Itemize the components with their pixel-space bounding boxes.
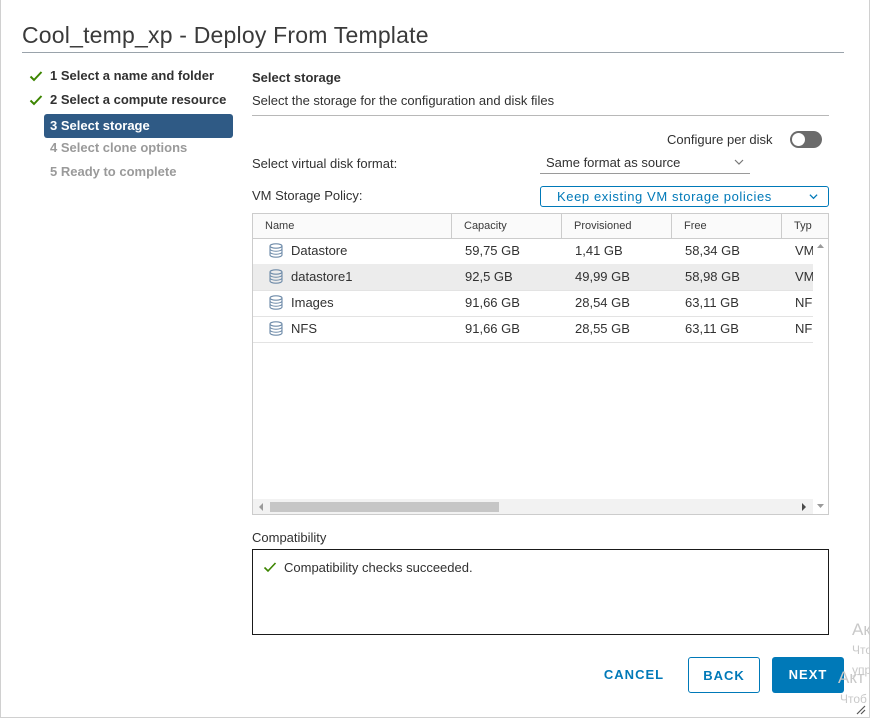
- section-title: Select storage: [252, 70, 341, 85]
- title-divider: [22, 52, 844, 53]
- datastore-icon: [269, 295, 283, 310]
- step-select-storage[interactable]: 3 Select storage: [44, 114, 233, 138]
- scrollbar-thumb[interactable]: [270, 502, 499, 512]
- storage-policy-label: VM Storage Policy:: [252, 188, 363, 203]
- configure-per-disk-label: Configure per disk: [667, 132, 773, 147]
- cell-name: Images: [291, 295, 334, 310]
- step-label: 2 Select a compute resource: [50, 92, 227, 107]
- storage-policy-select[interactable]: Keep existing VM storage policies: [540, 186, 829, 207]
- compatibility-label: Compatibility: [252, 530, 327, 545]
- compatibility-box: Compatibility checks succeeded.: [252, 549, 829, 635]
- step-label: 4 Select clone options: [50, 140, 188, 155]
- watermark-text: Акт: [838, 668, 865, 687]
- disk-format-select[interactable]: Same format as source: [540, 154, 750, 174]
- table-row[interactable]: NFS 91,66 GB 28,55 GB 63,11 GB NF: [253, 316, 813, 343]
- cell-capacity: 59,75 GB: [465, 243, 520, 258]
- check-icon: [29, 71, 43, 82]
- step-label: 3 Select storage: [50, 118, 150, 133]
- column-header-provisioned[interactable]: Provisioned: [562, 214, 672, 238]
- check-icon: [29, 95, 43, 106]
- cell-type: VM: [795, 243, 813, 258]
- cell-free: 58,98 GB: [685, 269, 740, 284]
- cell-provisioned: 28,55 GB: [575, 321, 630, 336]
- datastore-icon: [269, 321, 283, 336]
- column-header-free[interactable]: Free: [672, 214, 782, 238]
- step-compute-resource[interactable]: 2 Select a compute resource: [26, 90, 236, 114]
- datastore-grid: Name Capacity Provisioned Free Typ Datas…: [252, 213, 829, 515]
- cell-provisioned: 49,99 GB: [575, 269, 630, 284]
- cell-free: 63,11 GB: [685, 295, 739, 310]
- column-header-name[interactable]: Name: [253, 214, 452, 238]
- section-subtitle: Select the storage for the configuration…: [252, 93, 555, 108]
- cell-name: Datastore: [291, 243, 348, 258]
- chevron-down-icon: [809, 194, 818, 200]
- step-clone-options: 4 Select clone options: [26, 138, 236, 162]
- storage-policy-value: Keep existing VM storage policies: [557, 189, 772, 204]
- cell-type: NF: [795, 321, 813, 336]
- grid-header: Name Capacity Provisioned Free Typ: [253, 214, 828, 239]
- table-row-selected[interactable]: datastore1 92,5 GB 49,99 GB 58,98 GB VM: [253, 264, 813, 291]
- configure-per-disk-toggle[interactable]: [790, 131, 822, 148]
- cancel-button[interactable]: CANCEL: [590, 657, 678, 693]
- chevron-down-icon: [734, 159, 744, 165]
- resize-handle-icon[interactable]: [856, 705, 866, 715]
- section-divider: [252, 115, 829, 116]
- step-select-name[interactable]: 1 Select a name and folder: [26, 66, 236, 90]
- scroll-left-icon[interactable]: [257, 502, 265, 512]
- cell-free: 58,34 GB: [685, 243, 740, 258]
- datastore-icon: [269, 243, 283, 258]
- cell-name: datastore1: [291, 269, 353, 284]
- next-button[interactable]: NEXT: [772, 657, 844, 693]
- wizard-steps: 1 Select a name and folder 2 Select a co…: [26, 66, 236, 186]
- column-header-type[interactable]: Typ: [782, 214, 828, 238]
- watermark-text: Чтоб: [840, 692, 867, 706]
- cell-provisioned: 1,41 GB: [575, 243, 623, 258]
- cell-provisioned: 28,54 GB: [575, 295, 630, 310]
- cell-capacity: 91,66 GB: [465, 295, 520, 310]
- watermark-text: Ак: [852, 620, 870, 639]
- cell-type: NF: [795, 295, 813, 310]
- datastore-icon: [269, 269, 283, 284]
- table-row[interactable]: Images 91,66 GB 28,54 GB 63,11 GB NF: [253, 290, 813, 317]
- step-ready-to-complete: 5 Ready to complete: [26, 162, 236, 186]
- back-button[interactable]: BACK: [688, 657, 760, 693]
- compatibility-message: Compatibility checks succeeded.: [284, 560, 473, 575]
- storage-panel: Select storage Select the storage for th…: [252, 70, 829, 635]
- cell-type: VM: [795, 269, 813, 284]
- cell-capacity: 91,66 GB: [465, 321, 520, 336]
- cell-capacity: 92,5 GB: [465, 269, 513, 284]
- check-icon: [263, 562, 277, 573]
- disk-format-label: Select virtual disk format:: [252, 156, 398, 171]
- table-row[interactable]: Datastore 59,75 GB 1,41 GB 58,34 GB VM: [253, 238, 813, 265]
- cell-name: NFS: [291, 321, 317, 336]
- toggle-knob: [792, 133, 805, 146]
- step-label: 1 Select a name and folder: [50, 68, 215, 83]
- dialog-title: Cool_temp_xp - Deploy From Template: [22, 22, 429, 48]
- column-header-capacity[interactable]: Capacity: [452, 214, 562, 238]
- vertical-scrollbar[interactable]: [813, 238, 828, 514]
- disk-format-value: Same format as source: [546, 155, 681, 170]
- step-label: 5 Ready to complete: [50, 164, 177, 179]
- cell-free: 63,11 GB: [685, 321, 739, 336]
- scroll-right-icon[interactable]: [800, 502, 808, 512]
- watermark-text: Что: [852, 643, 870, 657]
- horizontal-scrollbar[interactable]: [253, 499, 813, 514]
